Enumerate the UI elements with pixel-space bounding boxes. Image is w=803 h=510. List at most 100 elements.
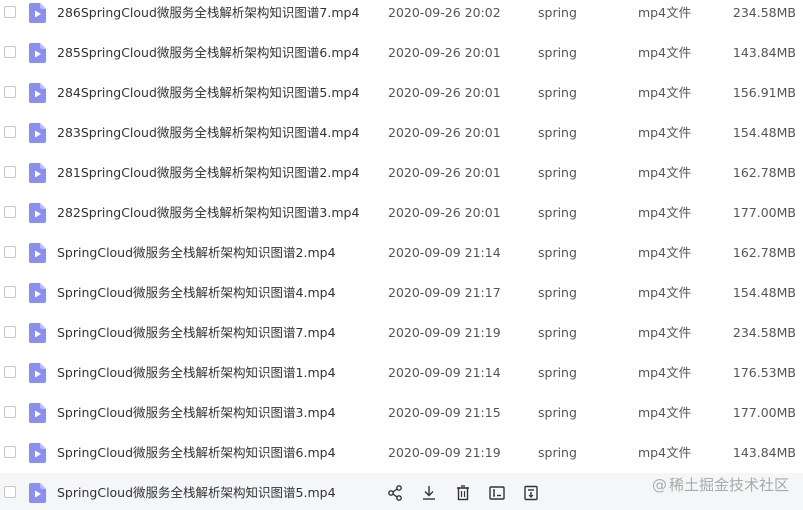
file-size: 234.58MB [732, 5, 796, 20]
file-owner: spring [538, 125, 577, 140]
file-type: mp4文件 [638, 445, 692, 460]
download-icon[interactable] [420, 484, 438, 502]
file-name[interactable]: 283SpringCloud微服务全栈解析架构知识图谱4.mp4 [57, 113, 359, 153]
file-name[interactable]: 284SpringCloud微服务全栈解析架构知识图谱5.mp4 [57, 73, 359, 113]
file-row[interactable]: 285SpringCloud微服务全栈解析架构知识图谱6.mp4 2020-09-… [0, 33, 803, 73]
row-checkbox[interactable] [4, 366, 16, 378]
file-name[interactable]: SpringCloud微服务全栈解析架构知识图谱2.mp4 [57, 233, 336, 273]
file-modified-date: 2020-09-26 20:01 [388, 205, 501, 220]
row-checkbox[interactable] [4, 286, 16, 298]
file-owner: spring [538, 325, 577, 340]
file-name[interactable]: SpringCloud微服务全栈解析架构知识图谱7.mp4 [57, 313, 336, 353]
file-type: mp4文件 [638, 165, 692, 180]
file-row[interactable]: 283SpringCloud微服务全栈解析架构知识图谱4.mp4 2020-09-… [0, 113, 803, 153]
file-owner: spring [538, 205, 577, 220]
file-size: 234.58MB [732, 325, 796, 340]
video-file-icon [29, 163, 46, 183]
file-size: 154.48MB [732, 125, 796, 140]
video-file-icon [29, 3, 46, 23]
file-size: 176.53MB [732, 365, 796, 380]
row-checkbox[interactable] [4, 326, 16, 338]
file-modified-date: 2020-09-26 20:01 [388, 45, 501, 60]
file-owner: spring [538, 45, 577, 60]
file-size: 162.78MB [732, 165, 796, 180]
file-type: mp4文件 [638, 5, 692, 20]
video-file-icon [29, 123, 46, 143]
file-name[interactable]: SpringCloud微服务全栈解析架构知识图谱6.mp4 [57, 433, 336, 473]
file-modified-date: 2020-09-09 21:14 [388, 365, 501, 380]
file-type: mp4文件 [638, 285, 692, 300]
file-row[interactable]: SpringCloud微服务全栈解析架构知识图谱6.mp4 2020-09-09 … [0, 433, 803, 473]
file-row[interactable]: 282SpringCloud微服务全栈解析架构知识图谱3.mp4 2020-09-… [0, 193, 803, 233]
file-modified-date: 2020-09-09 21:17 [388, 285, 501, 300]
row-checkbox[interactable] [4, 486, 16, 498]
video-file-icon [29, 403, 46, 423]
file-modified-date: 2020-09-09 21:14 [388, 245, 501, 260]
file-name[interactable]: SpringCloud微服务全栈解析架构知识图谱3.mp4 [57, 393, 336, 433]
file-row[interactable]: 286SpringCloud微服务全栈解析架构知识图谱7.mp4 2020-09-… [0, 0, 803, 33]
file-modified-date: 2020-09-09 21:19 [388, 325, 501, 340]
file-row[interactable]: SpringCloud微服务全栈解析架构知识图谱2.mp4 2020-09-09 … [0, 233, 803, 273]
watermark-text: 稀土掘金技术社区 [668, 476, 789, 494]
file-row[interactable]: SpringCloud微服务全栈解析架构知识图谱7.mp4 2020-09-09 … [0, 313, 803, 353]
row-checkbox[interactable] [4, 166, 16, 178]
video-file-icon [29, 83, 46, 103]
file-size: 162.78MB [732, 245, 796, 260]
file-type: mp4文件 [638, 85, 692, 100]
row-checkbox[interactable] [4, 86, 16, 98]
video-file-icon [29, 203, 46, 223]
video-file-icon [29, 483, 46, 503]
file-size: 177.00MB [732, 405, 796, 420]
file-owner: spring [538, 285, 577, 300]
row-checkbox[interactable] [4, 126, 16, 138]
file-type: mp4文件 [638, 245, 692, 260]
file-owner: spring [538, 85, 577, 100]
file-row[interactable]: 284SpringCloud微服务全栈解析架构知识图谱5.mp4 2020-09-… [0, 73, 803, 113]
file-row[interactable]: SpringCloud微服务全栈解析架构知识图谱1.mp4 2020-09-09 … [0, 353, 803, 393]
share-icon[interactable] [386, 484, 404, 502]
file-name[interactable]: SpringCloud微服务全栈解析架构知识图谱4.mp4 [57, 273, 336, 313]
file-modified-date: 2020-09-26 20:01 [388, 165, 501, 180]
file-type: mp4文件 [638, 45, 692, 60]
file-row[interactable]: 281SpringCloud微服务全栈解析架构知识图谱2.mp4 2020-09-… [0, 153, 803, 193]
file-list: 286SpringCloud微服务全栈解析架构知识图谱7.mp4 2020-09-… [0, 0, 803, 510]
row-checkbox[interactable] [4, 46, 16, 58]
file-type: mp4文件 [638, 325, 692, 340]
file-size: 156.91MB [732, 85, 796, 100]
file-name[interactable]: 281SpringCloud微服务全栈解析架构知识图谱2.mp4 [57, 153, 359, 193]
file-size: 177.00MB [732, 205, 796, 220]
file-modified-date: 2020-09-26 20:01 [388, 85, 501, 100]
file-owner: spring [538, 445, 577, 460]
video-file-icon [29, 43, 46, 63]
file-name[interactable]: SpringCloud微服务全栈解析架构知识图谱5.mp4 [57, 473, 336, 510]
file-name[interactable]: 282SpringCloud微服务全栈解析架构知识图谱3.mp4 [57, 193, 359, 233]
watermark-at-symbol: @ [651, 476, 667, 494]
file-size: 143.84MB [732, 45, 796, 60]
file-row[interactable]: SpringCloud微服务全栈解析架构知识图谱3.mp4 2020-09-09 … [0, 393, 803, 433]
file-size: 143.84MB [732, 445, 796, 460]
row-checkbox[interactable] [4, 406, 16, 418]
file-modified-date: 2020-09-26 20:01 [388, 125, 501, 140]
video-file-icon [29, 243, 46, 263]
file-modified-date: 2020-09-09 21:19 [388, 445, 501, 460]
file-owner: spring [538, 245, 577, 260]
file-name[interactable]: 285SpringCloud微服务全栈解析架构知识图谱6.mp4 [57, 33, 359, 73]
file-owner: spring [538, 165, 577, 180]
file-name[interactable]: SpringCloud微服务全栈解析架构知识图谱1.mp4 [57, 353, 336, 393]
file-type: mp4文件 [638, 365, 692, 380]
more-icon[interactable] [522, 484, 540, 502]
delete-icon[interactable] [454, 484, 472, 502]
rename-icon[interactable] [488, 484, 506, 502]
watermark: @ 稀土掘金技术社区 [652, 474, 789, 496]
file-row[interactable]: SpringCloud微服务全栈解析架构知识图谱4.mp4 2020-09-09 … [0, 273, 803, 313]
file-owner: spring [538, 405, 577, 420]
file-owner: spring [538, 5, 577, 20]
row-checkbox[interactable] [4, 446, 16, 458]
video-file-icon [29, 283, 46, 303]
row-checkbox[interactable] [4, 206, 16, 218]
row-checkbox[interactable] [4, 6, 16, 18]
file-modified-date: 2020-09-26 20:02 [388, 5, 501, 20]
file-name[interactable]: 286SpringCloud微服务全栈解析架构知识图谱7.mp4 [57, 0, 359, 33]
row-checkbox[interactable] [4, 246, 16, 258]
video-file-icon [29, 443, 46, 463]
